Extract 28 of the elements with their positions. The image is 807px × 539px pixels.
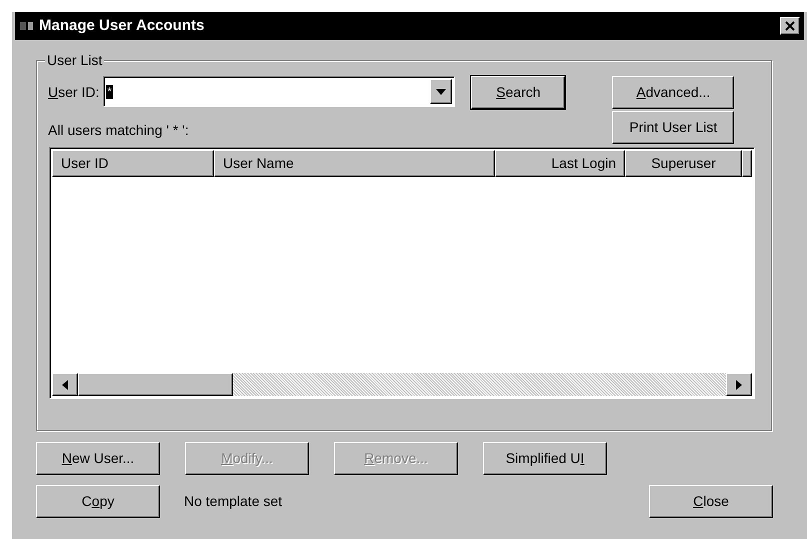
close-icon[interactable]: [780, 17, 800, 35]
new-user-button[interactable]: New User...: [36, 442, 160, 475]
simplified-ui-button[interactable]: Simplified UI: [483, 442, 607, 475]
scroll-left-button[interactable]: [52, 373, 78, 396]
app-icon: [19, 19, 35, 33]
search-button[interactable]: Search: [471, 76, 566, 109]
scroll-thumb[interactable]: [78, 373, 233, 396]
copy-button[interactable]: Copy: [36, 485, 160, 518]
header-filler: [742, 150, 752, 177]
match-text: All users matching ' * ':: [48, 121, 189, 140]
column-header[interactable]: User ID: [52, 150, 214, 177]
caret-icon: [436, 88, 446, 94]
scroll-right-button[interactable]: [726, 373, 752, 396]
column-header[interactable]: Superuser: [625, 150, 742, 177]
right-arrow-icon: [736, 380, 742, 390]
user-id-combo[interactable]: *: [103, 76, 456, 107]
horizontal-scrollbar[interactable]: [52, 373, 752, 396]
column-header[interactable]: Last Login: [495, 150, 625, 177]
print-button[interactable]: Print User List: [612, 111, 734, 144]
close-button[interactable]: Close: [649, 485, 773, 518]
left-arrow-icon: [62, 380, 68, 390]
input-field: *: [106, 84, 113, 98]
template-status: No template set: [184, 492, 282, 511]
advanced-button[interactable]: Advanced...: [612, 76, 734, 109]
user-id-label: User ID:: [48, 83, 100, 102]
dropdown-button[interactable]: [430, 79, 452, 104]
column-header[interactable]: User Name: [214, 150, 495, 177]
window-title: Manage User Accounts: [39, 16, 204, 36]
